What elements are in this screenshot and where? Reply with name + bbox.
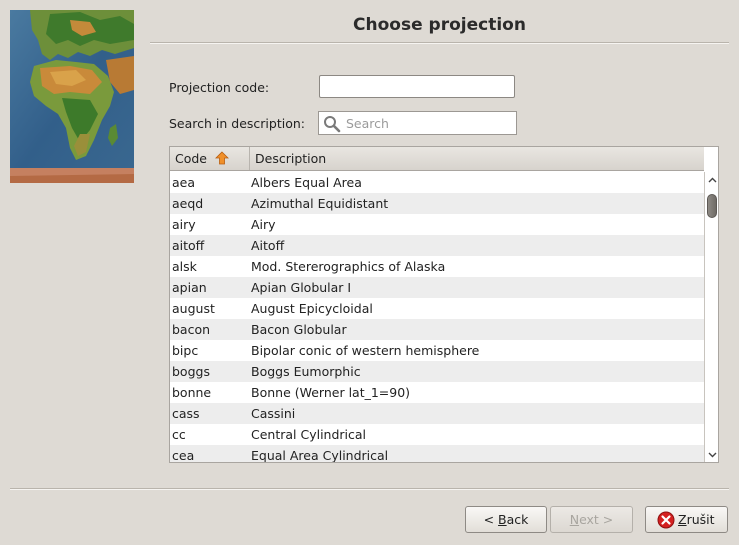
table-row[interactable]: aeqd Azimuthal Equidistant bbox=[170, 193, 704, 214]
cell-description: Airy bbox=[251, 217, 276, 232]
magnifier-icon bbox=[324, 116, 341, 133]
cell-description: Bipolar conic of western hemisphere bbox=[251, 343, 480, 358]
scroll-down-arrow-icon[interactable] bbox=[706, 448, 719, 461]
table-row[interactable]: bonne Bonne (Werner lat_1=90) bbox=[170, 382, 704, 403]
scroll-up-arrow-icon[interactable] bbox=[706, 174, 719, 187]
table-row[interactable]: cass Cassini bbox=[170, 403, 704, 424]
next-button-rest: ext > bbox=[579, 512, 614, 527]
column-header-code-label: Code bbox=[175, 151, 208, 166]
table-row[interactable]: aitoff Aitoff bbox=[170, 235, 704, 256]
cell-code: apian bbox=[172, 280, 207, 295]
cell-code: alsk bbox=[172, 259, 197, 274]
table-row[interactable]: august August Epicycloidal bbox=[170, 298, 704, 319]
cell-description: Aitoff bbox=[251, 238, 285, 253]
cell-code: cass bbox=[172, 406, 200, 421]
cell-description: Central Cylindrical bbox=[251, 427, 367, 442]
next-button-mnemonic: N bbox=[569, 512, 580, 527]
search-input[interactable] bbox=[346, 113, 512, 133]
column-header-code[interactable]: Code bbox=[170, 147, 250, 170]
next-button[interactable]: Next > bbox=[550, 506, 633, 533]
table-row[interactable]: aea Albers Equal Area bbox=[170, 172, 704, 193]
cell-description: Equal Area Cylindrical bbox=[251, 448, 389, 463]
column-header-description[interactable]: Description bbox=[250, 147, 704, 170]
table-row[interactable]: airy Airy bbox=[170, 214, 704, 235]
cell-description: Boggs Eumorphic bbox=[251, 364, 361, 379]
cell-code: cc bbox=[172, 427, 186, 442]
cell-code: aeqd bbox=[172, 196, 204, 211]
back-button-mnemonic: B bbox=[498, 512, 507, 527]
scrollbar-thumb[interactable] bbox=[707, 194, 717, 218]
search-box[interactable] bbox=[318, 111, 517, 135]
table-header: Code Description bbox=[170, 147, 704, 171]
cell-code: boggs bbox=[172, 364, 210, 379]
table-row[interactable]: alsk Mod. Stererographics of Alaska bbox=[170, 256, 704, 277]
sort-ascending-arrow-icon bbox=[215, 151, 229, 165]
cell-code: august bbox=[172, 301, 215, 316]
cancel-button-rest: rušit bbox=[686, 512, 715, 527]
back-button[interactable]: < Back bbox=[465, 506, 547, 533]
cell-code: cea bbox=[172, 448, 195, 463]
header-corner bbox=[704, 147, 718, 171]
table-row[interactable]: bacon Bacon Globular bbox=[170, 319, 704, 340]
cell-code: aitoff bbox=[172, 238, 205, 253]
table-row[interactable]: bipc Bipolar conic of western hemisphere bbox=[170, 340, 704, 361]
cell-code: bipc bbox=[172, 343, 199, 358]
projection-code-input[interactable] bbox=[319, 75, 515, 98]
table-row[interactable]: cc Central Cylindrical bbox=[170, 424, 704, 445]
back-button-rest: ack bbox=[506, 512, 529, 527]
projection-code-label: Projection code: bbox=[169, 80, 270, 95]
cancel-button-mnemonic: Z bbox=[678, 512, 687, 527]
cancel-button[interactable]: Zrušit bbox=[645, 506, 728, 533]
page-title: Choose projection bbox=[353, 15, 526, 35]
cell-description: Bonne (Werner lat_1=90) bbox=[251, 385, 411, 400]
cell-code: airy bbox=[172, 217, 196, 232]
title-divider bbox=[150, 42, 729, 44]
projection-table: Code Description aea Albers Equal Area aeq… bbox=[169, 146, 719, 463]
cell-code: aea bbox=[172, 175, 196, 190]
world-map-image bbox=[10, 10, 134, 183]
table-row[interactable]: apian Apian Globular I bbox=[170, 277, 704, 298]
cell-code: bacon bbox=[172, 322, 211, 337]
vertical-scrollbar[interactable] bbox=[704, 172, 719, 462]
cell-code: bonne bbox=[172, 385, 212, 400]
cell-description: August Epicycloidal bbox=[251, 301, 373, 316]
cell-description: Azimuthal Equidistant bbox=[251, 196, 389, 211]
cell-description: Apian Globular I bbox=[251, 280, 352, 295]
cancel-icon bbox=[657, 511, 675, 529]
cell-description: Cassini bbox=[251, 406, 296, 421]
back-button-prefix: < bbox=[483, 512, 499, 527]
table-row[interactable]: boggs Boggs Eumorphic bbox=[170, 361, 704, 382]
bottom-divider bbox=[10, 488, 729, 490]
cell-description: Albers Equal Area bbox=[251, 175, 362, 190]
cell-description: Mod. Stererographics of Alaska bbox=[251, 259, 446, 274]
table-row[interactable]: cea Equal Area Cylindrical bbox=[170, 445, 704, 463]
search-description-label: Search in description: bbox=[169, 116, 305, 131]
cell-description: Bacon Globular bbox=[251, 322, 347, 337]
table-body: aea Albers Equal Area aeqd Azimuthal Equidi… bbox=[170, 172, 704, 463]
